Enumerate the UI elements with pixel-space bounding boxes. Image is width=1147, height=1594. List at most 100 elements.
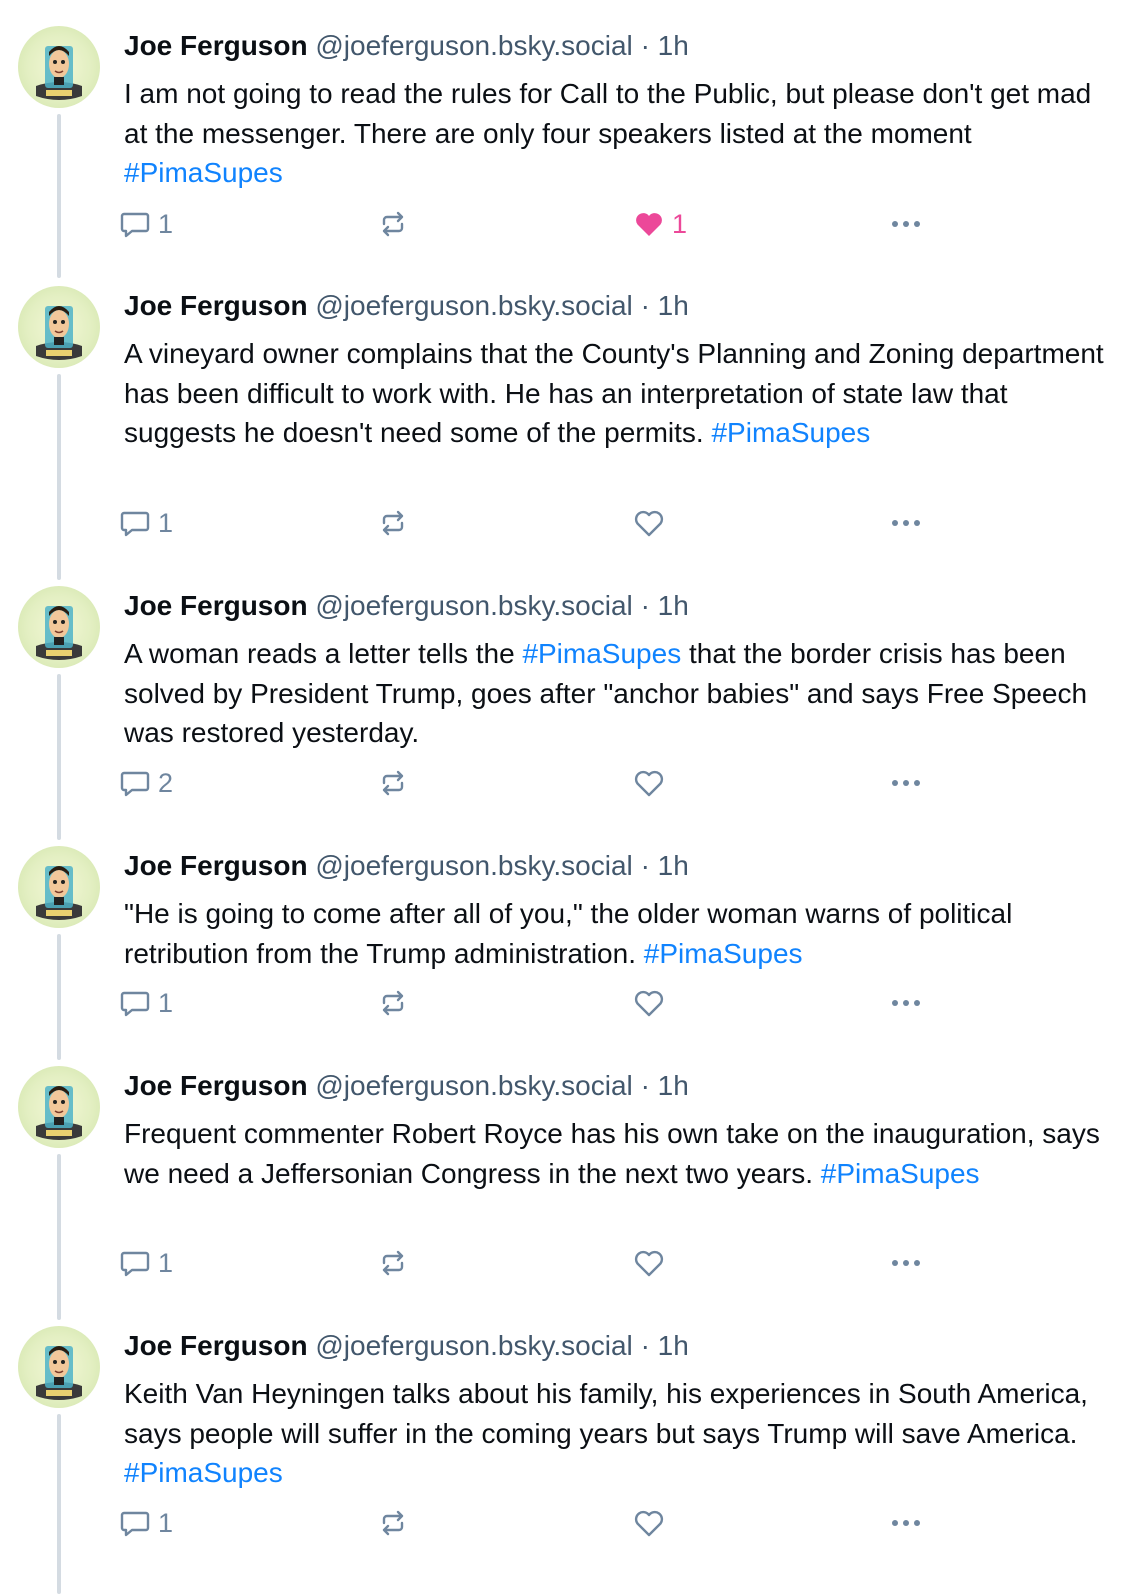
post[interactable]: Joe Ferguson @joeferguson.bsky.social · … (0, 256, 1147, 580)
author-name[interactable]: Joe Ferguson (124, 1330, 308, 1361)
thread-line (57, 1296, 61, 1318)
speech-bubble-icon (120, 212, 150, 238)
thread-line (57, 1414, 61, 1594)
like-count: 1 (672, 208, 688, 239)
separator: · (640, 30, 650, 61)
repost-arrows-icon (382, 1250, 404, 1276)
post[interactable]: Joe Ferguson @joeferguson.bsky.social · … (0, 0, 1147, 276)
post-header: Joe Ferguson @joeferguson.bsky.social · … (124, 1328, 689, 1364)
avatar-cartoon-icon (36, 46, 82, 100)
reply-count: 2 (158, 767, 174, 798)
timestamp[interactable]: 1h (658, 590, 689, 621)
reply-count: 1 (158, 1247, 174, 1278)
timestamp[interactable]: 1h (658, 30, 689, 61)
separator: · (640, 1070, 650, 1101)
speech-bubble-icon (120, 1511, 150, 1537)
reply-button[interactable]: 1 (118, 1501, 173, 1545)
reply-button[interactable]: 1 (118, 981, 173, 1025)
timestamp[interactable]: 1h (658, 1070, 689, 1101)
heart-icon (634, 1510, 664, 1537)
like-button[interactable] (632, 981, 672, 1025)
post-text: Keith Van Heyningen talks about his fami… (124, 1374, 1114, 1493)
thread-line (57, 556, 61, 578)
more-options-button[interactable] (888, 981, 924, 1025)
avatar[interactable] (18, 1326, 100, 1408)
author-name[interactable]: Joe Ferguson (124, 1070, 308, 1101)
reply-count: 1 (158, 507, 174, 538)
post-actions: 1 (118, 1241, 948, 1285)
more-options-button[interactable] (888, 1241, 924, 1285)
author-name[interactable]: Joe Ferguson (124, 30, 308, 61)
reply-button[interactable]: 2 (118, 761, 173, 805)
thread-line (57, 256, 61, 278)
post-text: A woman reads a letter tells the #PimaSu… (124, 634, 1114, 753)
avatar[interactable] (18, 286, 100, 368)
avatar[interactable] (18, 846, 100, 928)
timestamp[interactable]: 1h (658, 290, 689, 321)
repost-arrows-icon (382, 211, 404, 237)
speech-bubble-icon (120, 991, 150, 1017)
avatar[interactable] (18, 26, 100, 108)
author-handle[interactable]: @joeferguson.bsky.social (315, 1330, 632, 1361)
hashtag-link[interactable]: #PimaSupes (124, 157, 283, 188)
like-button[interactable] (632, 1501, 672, 1545)
repost-button[interactable] (376, 981, 416, 1025)
like-button[interactable]: 1 (632, 202, 687, 246)
reply-button[interactable]: 1 (118, 1241, 173, 1285)
more-options-button[interactable] (888, 202, 924, 246)
author-name[interactable]: Joe Ferguson (124, 590, 308, 621)
post-text: A vineyard owner complains that the Coun… (124, 334, 1114, 453)
repost-button[interactable] (376, 761, 416, 805)
more-options-button[interactable] (888, 501, 924, 545)
like-button[interactable] (632, 1241, 672, 1285)
author-handle[interactable]: @joeferguson.bsky.social (315, 590, 632, 621)
avatar[interactable] (18, 1066, 100, 1148)
reply-button[interactable]: 1 (118, 202, 173, 246)
author-handle[interactable]: @joeferguson.bsky.social (315, 290, 632, 321)
post-text-body: Keith Van Heyningen talks about his fami… (124, 1378, 1088, 1449)
separator: · (640, 850, 650, 881)
timestamp[interactable]: 1h (658, 850, 689, 881)
avatar-cartoon-icon (36, 866, 82, 920)
post-actions: 1 (118, 501, 948, 545)
post-actions: 1 (118, 1501, 948, 1545)
repost-button[interactable] (376, 1241, 416, 1285)
more-options-button[interactable] (888, 1501, 924, 1545)
separator: · (640, 290, 650, 321)
post-text: Frequent commenter Robert Royce has his … (124, 1114, 1114, 1193)
author-name[interactable]: Joe Ferguson (124, 850, 308, 881)
repost-button[interactable] (376, 501, 416, 545)
post[interactable]: Joe Ferguson @joeferguson.bsky.social · … (0, 1036, 1147, 1320)
hashtag-link[interactable]: #PimaSupes (644, 938, 803, 969)
repost-arrows-icon (382, 770, 404, 796)
hashtag-link[interactable]: #PimaSupes (711, 417, 870, 448)
author-handle[interactable]: @joeferguson.bsky.social (315, 850, 632, 881)
post[interactable]: Joe Ferguson @joeferguson.bsky.social · … (0, 816, 1147, 1060)
author-name[interactable]: Joe Ferguson (124, 290, 308, 321)
reply-count: 1 (158, 208, 174, 239)
author-handle[interactable]: @joeferguson.bsky.social (315, 30, 632, 61)
post-text-body: I am not going to read the rules for Cal… (124, 78, 1092, 149)
reply-button[interactable]: 1 (118, 501, 173, 545)
repost-button[interactable] (376, 1501, 416, 1545)
post[interactable]: Joe Ferguson @joeferguson.bsky.social · … (0, 556, 1147, 840)
hashtag-link[interactable]: #PimaSupes (821, 1158, 980, 1189)
post[interactable]: Joe Ferguson @joeferguson.bsky.social · … (0, 1296, 1147, 1594)
author-handle[interactable]: @joeferguson.bsky.social (315, 1070, 632, 1101)
heart-filled-icon (636, 213, 662, 236)
post-actions: 1 (118, 981, 948, 1025)
reply-count: 1 (158, 987, 174, 1018)
like-button[interactable] (632, 501, 672, 545)
speech-bubble-icon (120, 771, 150, 797)
repost-button[interactable] (376, 202, 416, 246)
more-options-button[interactable] (888, 761, 924, 805)
hashtag-link[interactable]: #PimaSupes (124, 1457, 283, 1488)
thread-line (57, 1036, 61, 1058)
timestamp[interactable]: 1h (658, 1330, 689, 1361)
hashtag-link[interactable]: #PimaSupes (522, 638, 681, 669)
post-header: Joe Ferguson @joeferguson.bsky.social · … (124, 288, 689, 324)
like-button[interactable] (632, 761, 672, 805)
heart-icon (634, 1250, 664, 1277)
separator: · (640, 1330, 650, 1361)
avatar[interactable] (18, 586, 100, 668)
